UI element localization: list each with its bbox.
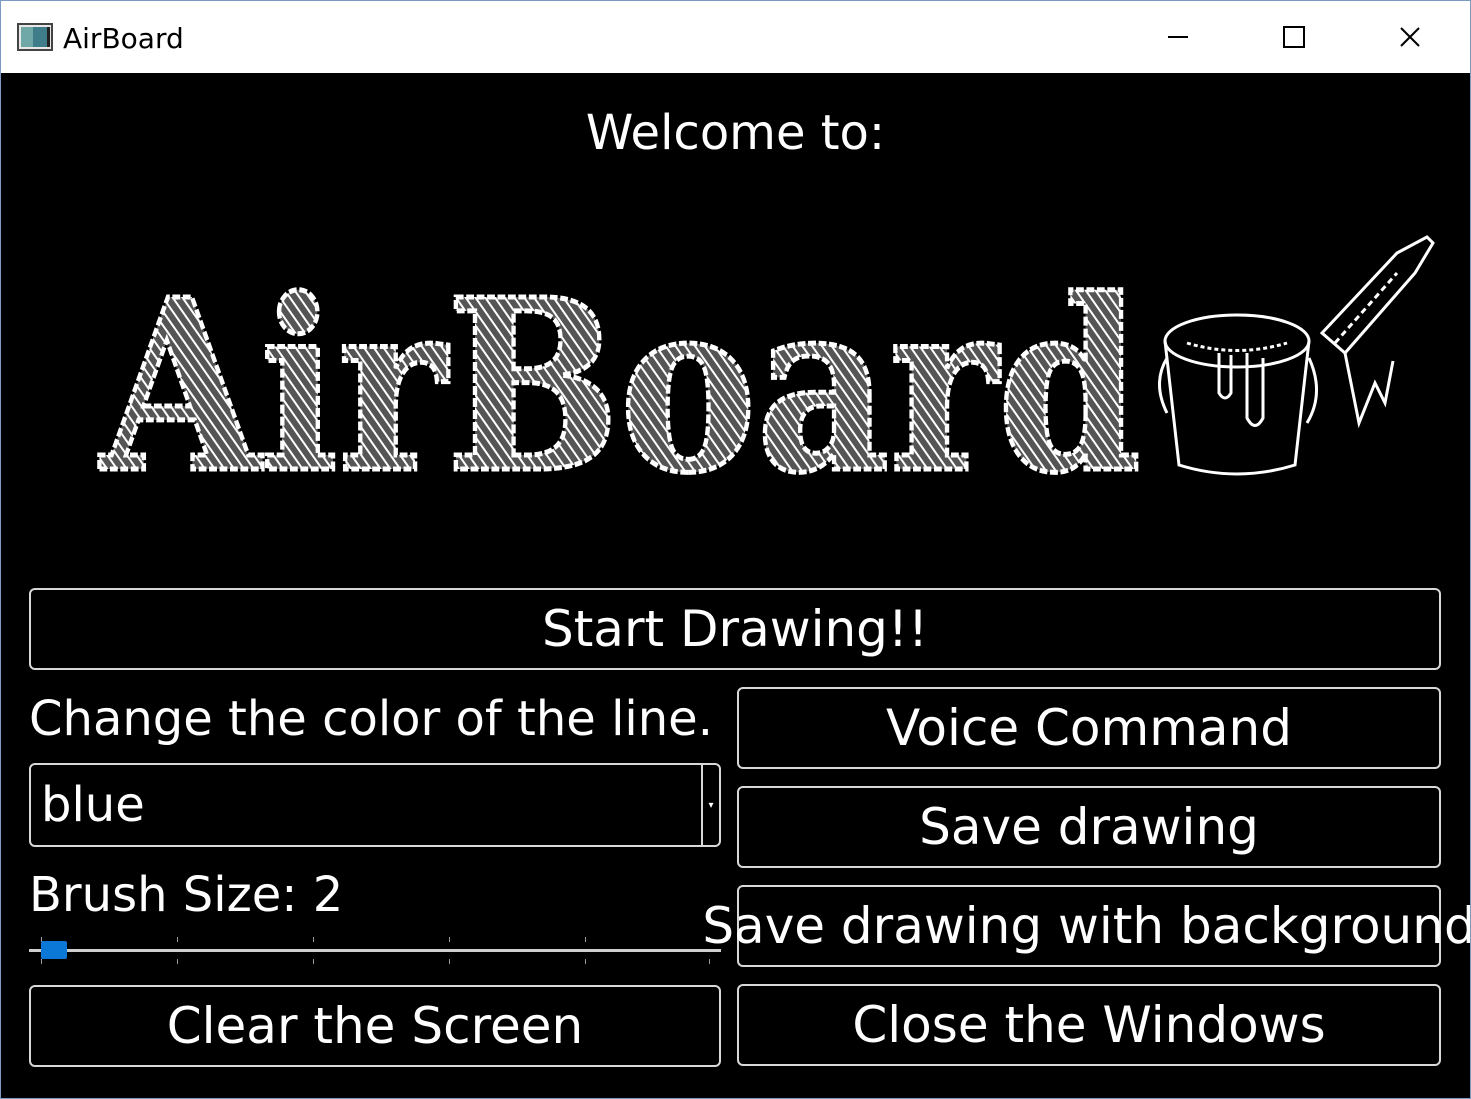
slider-tick [177,937,178,942]
chevron-down-icon[interactable]: ▾ [701,765,719,845]
slider-tick [449,937,450,942]
clear-screen-button[interactable]: Clear the Screen [29,985,721,1067]
color-label: Change the color of the line. [29,691,713,747]
brush-size-slider[interactable] [29,931,723,971]
slider-tick [585,959,586,964]
main-panel: Welcome to: AirBoard AirBoard Start Draw… [1,73,1470,1098]
brush-size-label: Brush Size: 2 [29,867,344,923]
slider-tick [313,937,314,942]
slider-thumb[interactable] [41,941,67,959]
close-icon [1400,27,1420,47]
app-icon [17,23,53,51]
airboard-window: AirBoard Welcome to: AirBoard AirBoard S… [0,0,1471,1099]
slider-tick [449,959,450,964]
color-select-value: blue [41,777,145,833]
slider-tick [585,937,586,942]
color-select[interactable]: blue ▾ [29,763,721,847]
save-drawing-button[interactable]: Save drawing [737,786,1441,868]
close-windows-button[interactable]: Close the Windows [737,984,1441,1066]
welcome-heading: Welcome to: [585,105,886,161]
slider-tick [177,959,178,964]
minimize-icon [1168,36,1188,38]
slider-tick [41,959,42,964]
minimize-button[interactable] [1120,1,1236,73]
start-drawing-button[interactable]: Start Drawing!! [29,588,1441,670]
maximize-icon [1283,26,1305,48]
maximize-button[interactable] [1236,1,1352,73]
airboard-logo: AirBoard AirBoard [97,235,1435,493]
save-with-background-button[interactable]: Save drawing with background [702,885,1470,967]
voice-command-button[interactable]: Voice Command [737,687,1441,769]
slider-tick [709,959,710,964]
window-title: AirBoard [63,22,184,55]
logo-text-outline: AirBoard [99,247,1141,493]
close-window-button[interactable] [1352,1,1468,73]
slider-track [29,949,721,952]
title-bar[interactable]: AirBoard [1,1,1470,73]
paint-bucket-icon [1158,235,1435,476]
slider-tick [313,959,314,964]
